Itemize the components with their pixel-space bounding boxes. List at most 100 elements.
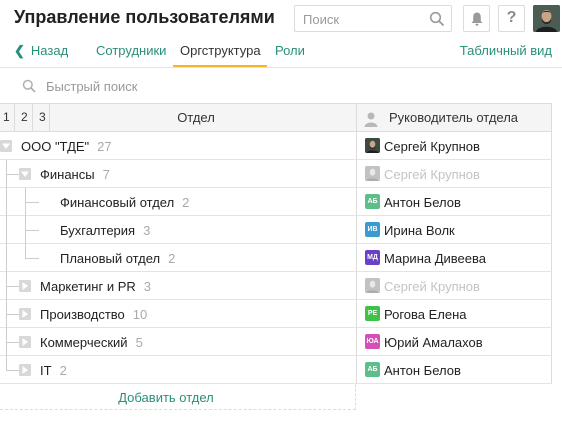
manager-cell[interactable]: Сергей Крупнов: [356, 272, 552, 299]
global-search[interactable]: [294, 5, 452, 32]
manager-cell[interactable]: ЮА Юрий Амалахов: [356, 328, 552, 355]
help-icon: ?: [506, 9, 517, 26]
department-cell: Производство 10: [0, 300, 356, 328]
department-name[interactable]: Маркетинг и PR 3: [40, 279, 151, 294]
department-cell: ООО "ТДЕ" 27: [0, 132, 356, 159]
table-row[interactable]: IT 2 АБ Антон Белов: [0, 356, 552, 384]
header-divider: [356, 104, 357, 132]
tab-roles[interactable]: Роли: [275, 43, 305, 58]
manager-name: Сергей Крупнов: [384, 279, 480, 294]
department-cell: Плановый отдел 2: [0, 244, 356, 272]
manager-avatar: МД: [365, 250, 380, 265]
collapse-toggle[interactable]: [0, 140, 12, 152]
department-name[interactable]: Финансы 7: [40, 167, 110, 182]
table-row[interactable]: Маркетинг и PR 3 Сергей Крупнов: [0, 272, 552, 300]
manager-name: Антон Белов: [384, 363, 461, 378]
user-photo-icon: [533, 5, 560, 32]
expand-toggle[interactable]: [19, 336, 31, 348]
help-button[interactable]: ?: [498, 5, 525, 32]
triangle-right-icon: [22, 282, 28, 290]
tree-line: [25, 244, 26, 259]
department-name[interactable]: Производство 10: [40, 307, 147, 322]
employee-count: 2: [59, 363, 67, 378]
bell-icon: [471, 12, 483, 26]
search-icon[interactable]: [429, 11, 445, 27]
table-row[interactable]: ООО "ТДЕ" 27 Сергей Крупнов: [0, 132, 552, 160]
department-cell: Бухгалтерия 3: [0, 216, 356, 244]
quick-search[interactable]: [0, 68, 562, 104]
notifications-button[interactable]: [463, 5, 490, 32]
triangle-down-icon: [21, 171, 29, 177]
employee-count: 2: [168, 251, 176, 266]
employee-count: 7: [102, 167, 110, 182]
tab-org-structure[interactable]: Оргструктура: [180, 43, 261, 58]
manager-cell[interactable]: АБ Антон Белов: [356, 356, 552, 383]
user-avatar[interactable]: [533, 5, 560, 32]
table-row[interactable]: Коммерческий 5 ЮА Юрий Амалахов: [0, 328, 552, 356]
collapse-toggle[interactable]: [19, 168, 31, 180]
top-header: Управление пользователями ?: [0, 0, 562, 36]
department-cell: Маркетинг и PR 3: [0, 272, 356, 300]
manager-avatar: ЮА: [365, 334, 380, 349]
user-photo-icon: [365, 138, 380, 153]
department-cell: IT 2: [0, 356, 356, 383]
employee-count: 3: [143, 279, 151, 294]
manager-name: Рогова Елена: [384, 307, 467, 322]
back-link[interactable]: ❮ Назад: [14, 43, 68, 59]
manager-cell[interactable]: АБ Антон Белов: [356, 188, 552, 215]
tree-line: [25, 230, 39, 231]
table-view-link[interactable]: Табличный вид: [460, 43, 552, 58]
table-row[interactable]: Финансовый отдел 2 АБ Антон Белов: [0, 188, 552, 216]
manager-cell[interactable]: Сергей Крупнов: [356, 160, 552, 187]
manager-avatar: ИВ: [365, 222, 380, 237]
search-icon: [22, 79, 36, 93]
employee-count: 2: [182, 195, 190, 210]
department-name[interactable]: Плановый отдел 2: [60, 251, 175, 266]
manager-avatar: РЕ: [365, 306, 380, 321]
manager-header-label: Руководитель отдела: [389, 110, 519, 125]
department-name[interactable]: Финансовый отдел 2: [60, 195, 189, 210]
chevron-left-icon: ❮: [14, 43, 25, 58]
manager-cell[interactable]: Сергей Крупнов: [356, 132, 552, 159]
expand-toggle[interactable]: [19, 280, 31, 292]
table-row[interactable]: Плановый отдел 2 МД Марина Дивеева: [0, 244, 552, 272]
tree-line: [25, 202, 39, 203]
table-row[interactable]: Финансы 7 Сергей Крупнов: [0, 160, 552, 188]
department-name[interactable]: IT 2: [40, 363, 67, 378]
quick-search-input[interactable]: [46, 77, 286, 95]
employee-count: 5: [135, 335, 143, 350]
level-2-header[interactable]: 2: [21, 110, 28, 124]
expand-toggle[interactable]: [19, 364, 31, 376]
employee-count: 3: [143, 223, 151, 238]
manager-name: Антон Белов: [384, 195, 461, 210]
header-divider: [14, 104, 15, 132]
search-input[interactable]: [303, 10, 423, 28]
user-photo-icon: [365, 278, 380, 293]
manager-avatar: [365, 278, 380, 293]
level-1-header[interactable]: 1: [3, 110, 10, 124]
manager-cell[interactable]: РЕ Рогова Елена: [356, 300, 552, 327]
department-cell: Коммерческий 5: [0, 328, 356, 356]
manager-name: Сергей Крупнов: [384, 167, 480, 182]
department-cell: Финансовый отдел 2: [0, 188, 356, 216]
manager-avatar: АБ: [365, 362, 380, 377]
triangle-down-icon: [2, 143, 10, 149]
table-row[interactable]: Производство 10 РЕ Рогова Елена: [0, 300, 552, 328]
tab-employees[interactable]: Сотрудники: [96, 43, 166, 58]
manager-cell[interactable]: ИВ Ирина Волк: [356, 216, 552, 243]
manager-avatar: [365, 138, 380, 153]
header-divider: [551, 104, 552, 132]
back-label: Назад: [30, 43, 69, 58]
manager-name: Марина Дивеева: [384, 251, 486, 266]
department-name[interactable]: Коммерческий 5: [40, 335, 143, 350]
tree-line: [6, 356, 7, 371]
department-name[interactable]: ООО "ТДЕ" 27: [21, 139, 112, 154]
page-title: Управление пользователями: [14, 7, 275, 27]
expand-toggle[interactable]: [19, 308, 31, 320]
manager-name: Сергей Крупнов: [384, 139, 480, 154]
tree-line: [6, 174, 19, 175]
department-name[interactable]: Бухгалтерия 3: [60, 223, 150, 238]
manager-cell[interactable]: МД Марина Дивеева: [356, 244, 552, 271]
add-department-button[interactable]: Добавить отдел: [0, 390, 332, 405]
table-row[interactable]: Бухгалтерия 3 ИВ Ирина Волк: [0, 216, 552, 244]
